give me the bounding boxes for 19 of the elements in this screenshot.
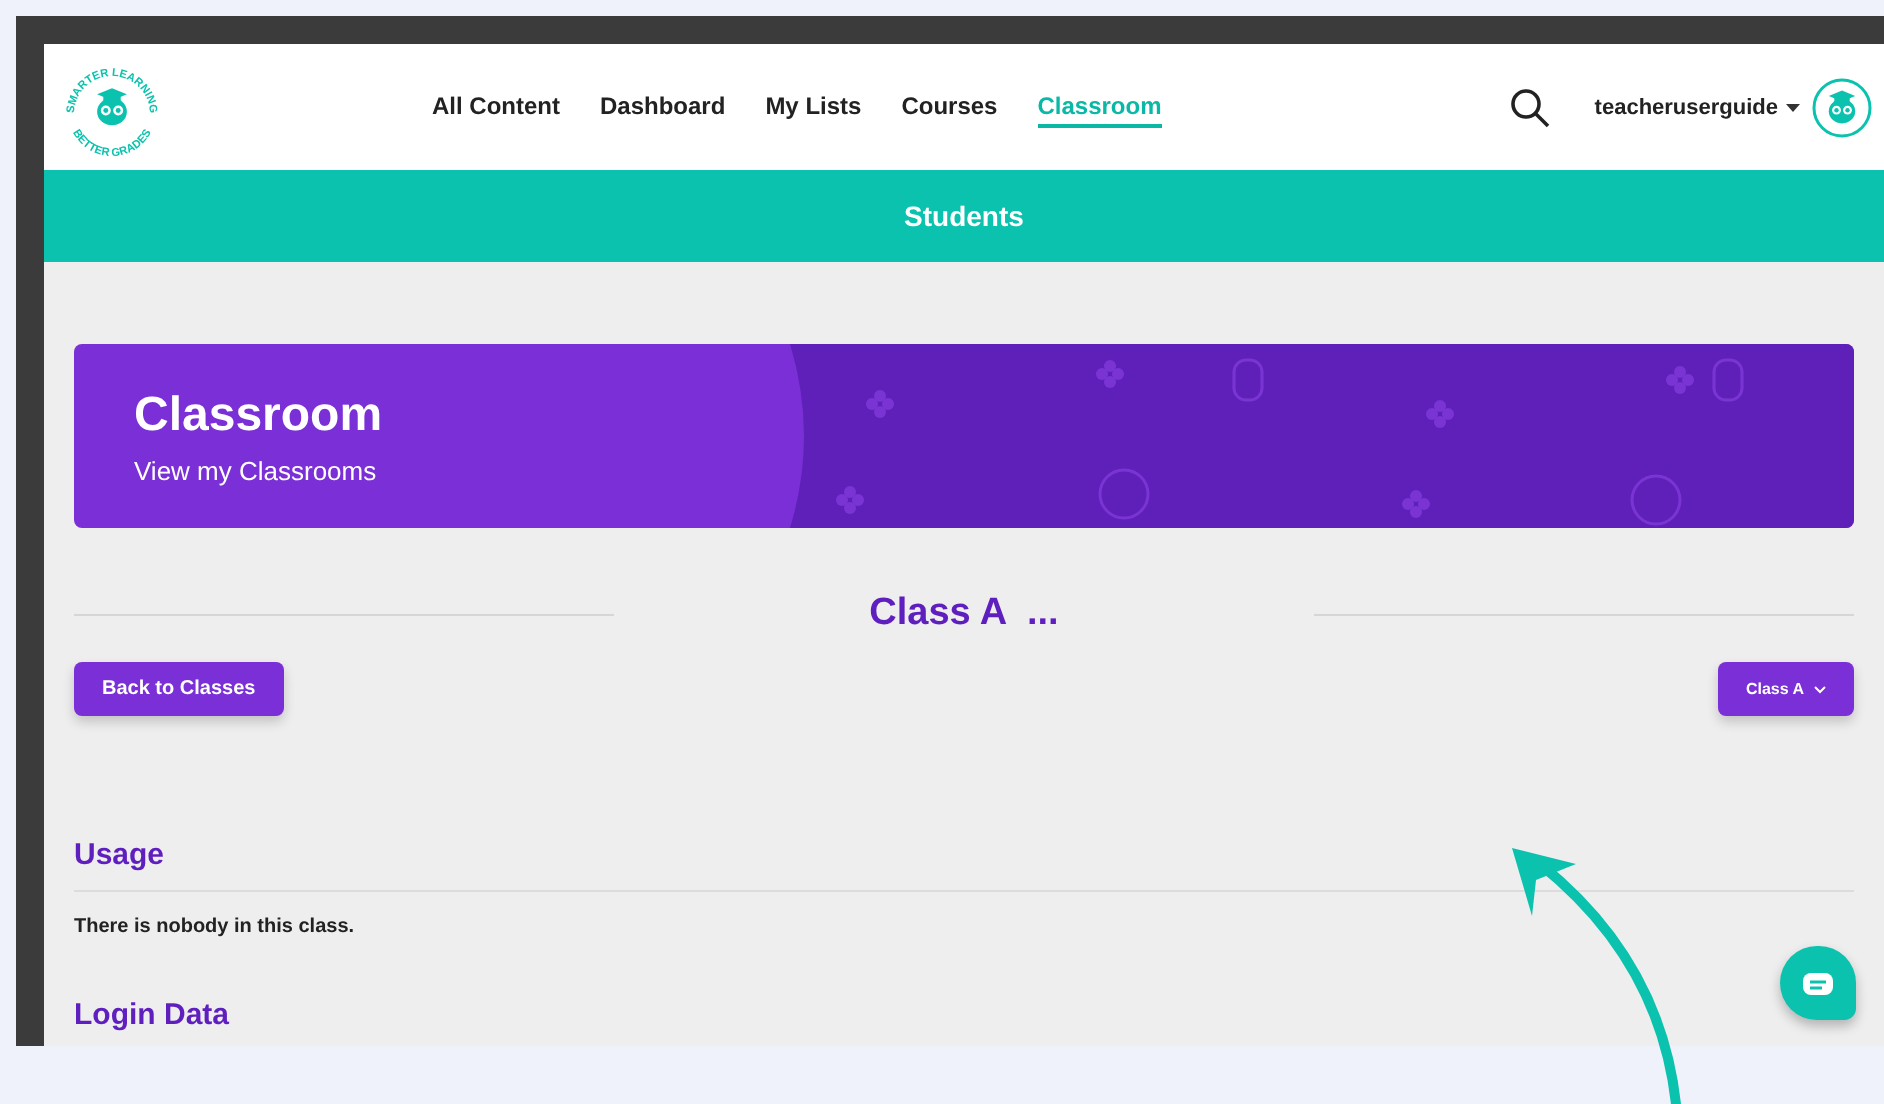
class-heading: Class A ...: [867, 592, 1061, 636]
section-title: Usage: [74, 838, 167, 872]
nav-link[interactable]: My Lists: [765, 87, 862, 127]
class-select[interactable]: Class A: [1717, 662, 1854, 716]
avatar[interactable]: [1812, 77, 1872, 137]
chat-icon: [1802, 971, 1834, 995]
user-menu[interactable]: teacheruserguide: [1594, 95, 1800, 119]
nav-link[interactable]: Courses: [901, 87, 998, 127]
banner-subtitle: View my Classrooms: [134, 455, 379, 485]
nav-link[interactable]: All Content: [432, 87, 560, 127]
empty-message: There is nobody in this class.: [74, 916, 357, 938]
section-title: Login Data: [74, 998, 231, 1032]
search-icon[interactable]: [1510, 87, 1551, 127]
back-button[interactable]: Back to Classes: [74, 662, 284, 716]
nav-link[interactable]: Dashboard: [600, 87, 726, 127]
caret-icon: [1786, 103, 1800, 111]
page-title: Students: [904, 200, 1024, 232]
banner-title: Classroom: [134, 387, 385, 443]
chevron-icon: [1814, 685, 1826, 693]
